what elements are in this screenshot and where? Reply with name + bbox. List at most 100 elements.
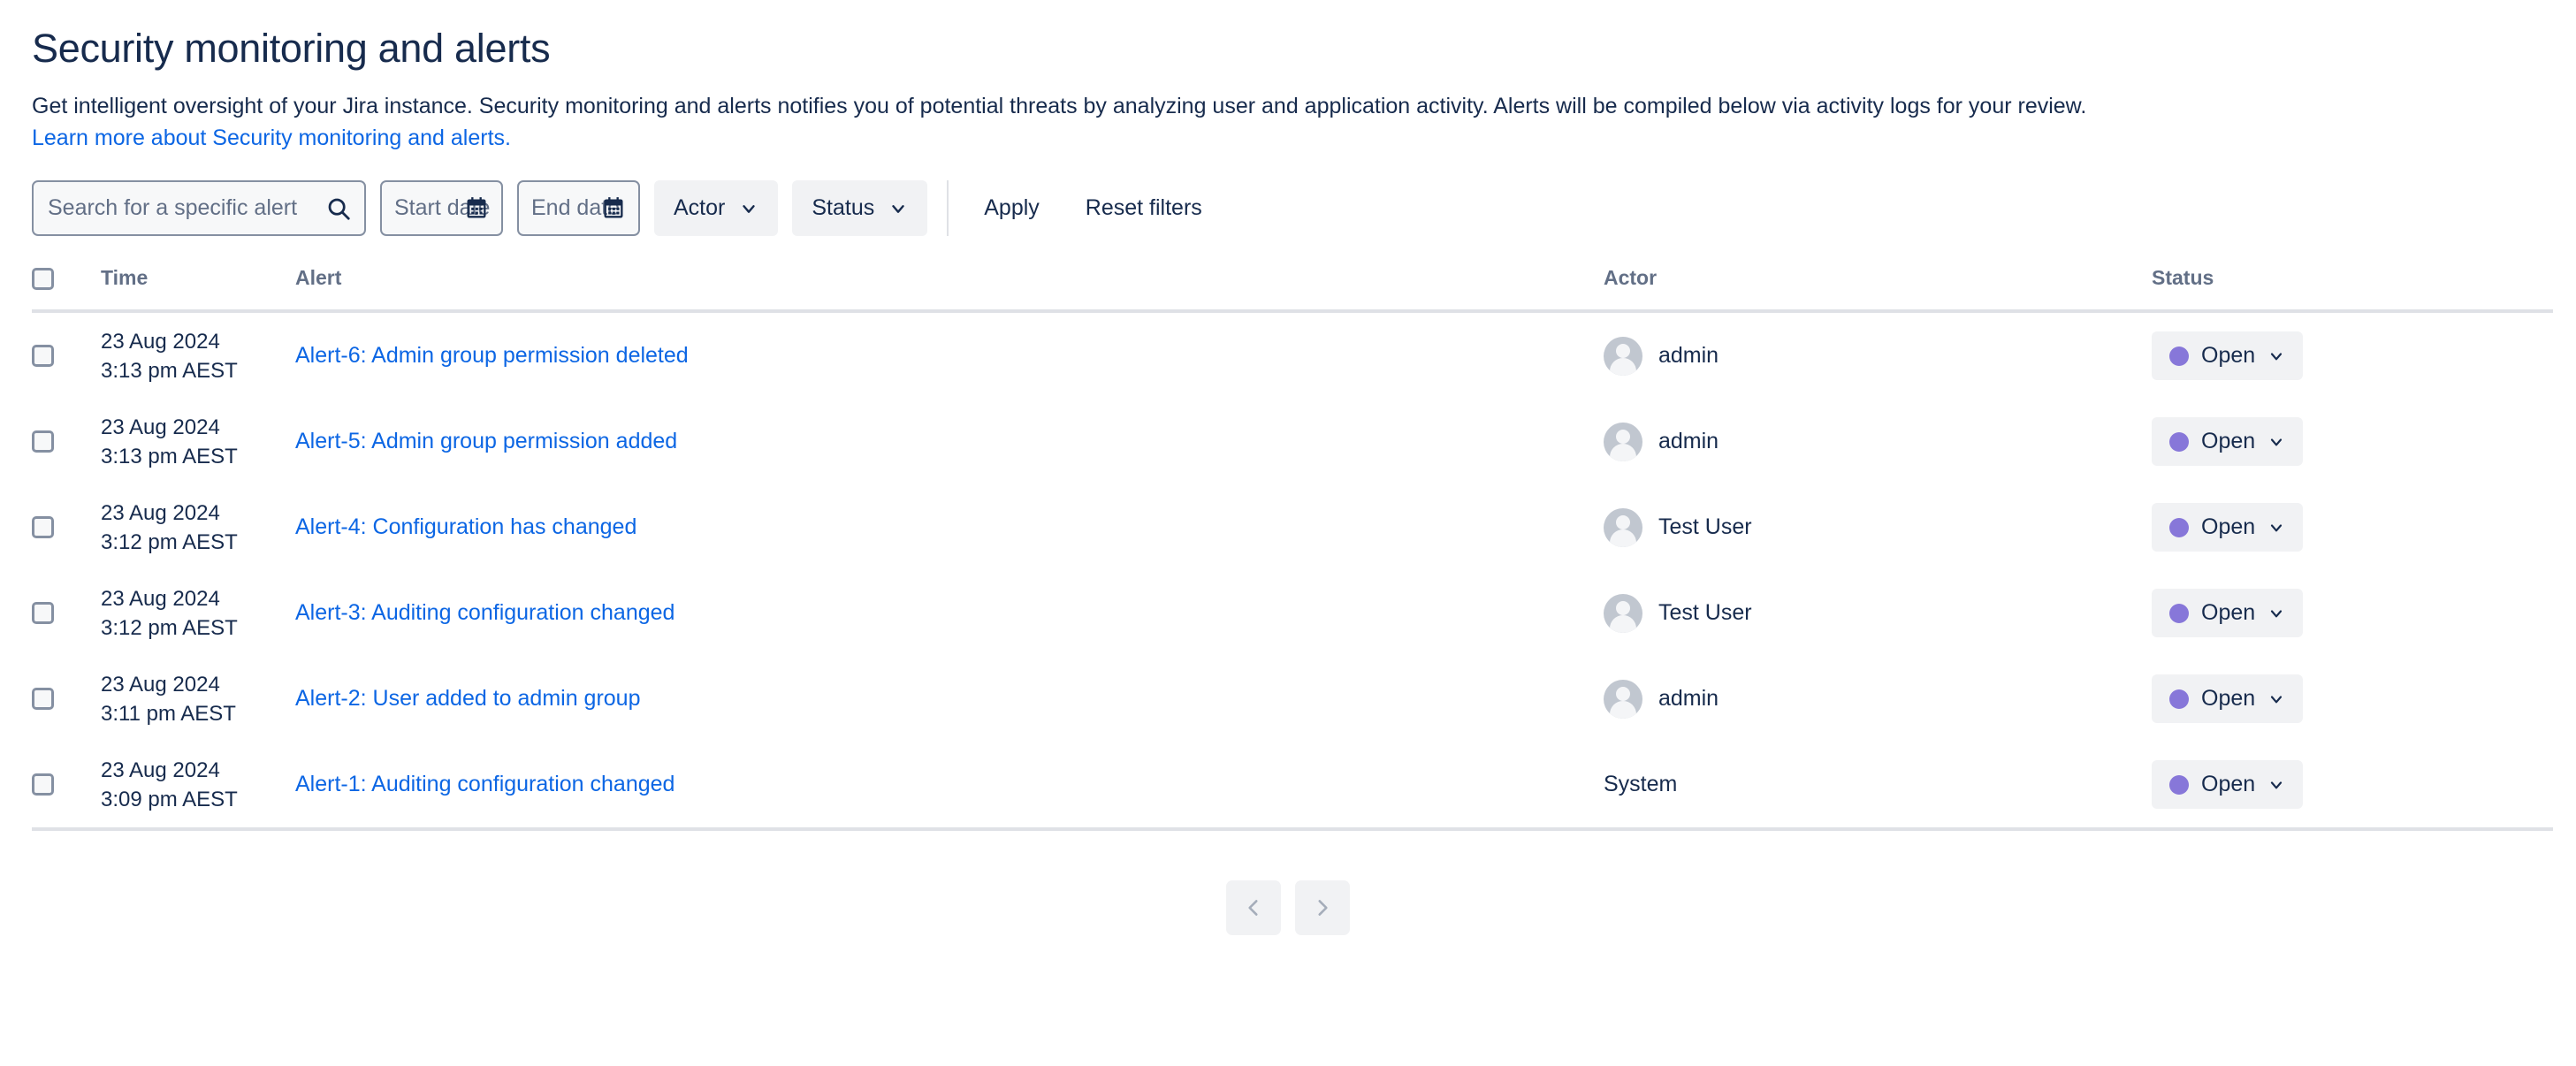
actor-name: Test User (1658, 514, 1752, 540)
status-label: Open (2201, 514, 2256, 540)
avatar-icon (1604, 679, 1642, 719)
apply-filters-button[interactable]: Apply (968, 180, 1056, 236)
chevron-down-icon (2267, 519, 2285, 537)
chevron-left-icon (1242, 896, 1265, 919)
row-time: 3:13 pm AEST (101, 444, 238, 468)
pagination (32, 880, 2553, 936)
row-alert-cell: Alert-2: User added to admin group (295, 656, 1604, 742)
row-alert-cell: Alert-4: Configuration has changed (295, 484, 1604, 570)
pagination-next-button[interactable] (1295, 880, 1350, 936)
status-badge[interactable]: Open (2152, 417, 2304, 467)
status-badge[interactable]: Open (2152, 331, 2304, 381)
learn-more-link[interactable]: Learn more about Security monitoring and… (32, 126, 511, 150)
avatar-icon (1604, 593, 1642, 633)
alert-link[interactable]: Alert-3: Auditing configuration changed (295, 600, 674, 625)
reset-filters-button[interactable]: Reset filters (1070, 180, 1218, 236)
chevron-down-icon (739, 199, 758, 218)
row-alert-cell: Alert-1: Auditing configuration changed (295, 742, 1604, 832)
status-dot-icon (2169, 689, 2189, 709)
row-time: 3:12 pm AEST (101, 529, 238, 554)
row-select-cell (32, 399, 101, 484)
status-badge[interactable]: Open (2152, 503, 2304, 552)
avatar-icon (1604, 507, 1642, 547)
alert-link[interactable]: Alert-6: Admin group permission deleted (295, 343, 689, 368)
page-header: Security monitoring and alerts Get intel… (0, 0, 2576, 154)
status-filter-label: Status (812, 195, 875, 220)
search-input[interactable] (32, 180, 366, 236)
row-select-cell (32, 570, 101, 656)
start-date-field[interactable]: Start date (380, 180, 503, 236)
row-time-cell: 23 Aug 2024 3:13 pm AEST (101, 311, 295, 399)
actor-name: Test User (1658, 600, 1752, 626)
status-badge[interactable]: Open (2152, 760, 2304, 810)
chevron-down-icon (2267, 690, 2285, 708)
row-actor-cell: admin (1604, 656, 2152, 742)
status-badge[interactable]: Open (2152, 674, 2304, 724)
row-date: 23 Aug 2024 (101, 758, 220, 782)
chevron-right-icon (1311, 896, 1334, 919)
row-checkbox[interactable] (32, 516, 54, 539)
row-alert-cell: Alert-5: Admin group permission added (295, 399, 1604, 484)
status-label: Open (2201, 343, 2256, 369)
table-header-row: Time Alert Actor Status (32, 266, 2553, 314)
actor-filter-dropdown[interactable]: Actor (654, 180, 779, 236)
alert-link[interactable]: Alert-2: User added to admin group (295, 686, 641, 711)
alert-link[interactable]: Alert-5: Admin group permission added (295, 429, 677, 453)
status-filter-dropdown[interactable]: Status (792, 180, 928, 236)
chevron-down-icon (2267, 433, 2285, 451)
table-head: Time Alert Actor Status (32, 266, 2553, 314)
avatar-icon (1604, 422, 1642, 461)
actor-name: System (1604, 772, 1678, 797)
row-status-cell: Open (2152, 311, 2553, 399)
row-actor-cell: admin (1604, 399, 2152, 484)
status-label: Open (2201, 600, 2256, 626)
filter-bar: Start date End date (0, 154, 2576, 236)
status-dot-icon (2169, 346, 2189, 366)
row-time-cell: 23 Aug 2024 3:09 pm AEST (101, 742, 295, 832)
page-title: Security monitoring and alerts (32, 26, 551, 71)
row-select-cell (32, 484, 101, 570)
row-date: 23 Aug 2024 (101, 415, 220, 439)
table-row: 23 Aug 2024 3:13 pm AEST Alert-5: Admin gr… (32, 399, 2553, 484)
row-select-cell (32, 656, 101, 742)
alerts-table-wrapper: Time Alert Actor Status 23 Aug 2024 3:13 … (32, 266, 2553, 936)
row-actor-cell: Test User (1604, 570, 2152, 656)
table-row: 23 Aug 2024 3:12 pm AEST Alert-4: Configur… (32, 484, 2553, 570)
row-time-cell: 23 Aug 2024 3:12 pm AEST (101, 484, 295, 570)
row-checkbox[interactable] (32, 430, 54, 453)
row-actor-cell: Test User (1604, 484, 2152, 570)
alert-link[interactable]: Alert-1: Auditing configuration changed (295, 772, 674, 796)
status-label: Open (2201, 772, 2256, 797)
status-label: Open (2201, 429, 2256, 454)
row-checkbox[interactable] (32, 602, 54, 625)
select-all-checkbox[interactable] (32, 268, 54, 291)
pagination-previous-button[interactable] (1226, 880, 1281, 936)
column-header-alert: Alert (295, 266, 1604, 314)
chevron-down-icon (888, 199, 908, 218)
table-row: 23 Aug 2024 3:13 pm AEST Alert-6: Admin gr… (32, 311, 2553, 399)
row-alert-cell: Alert-6: Admin group permission deleted (295, 311, 1604, 399)
chevron-down-icon (2267, 776, 2285, 794)
end-date-field[interactable]: End date (517, 180, 640, 236)
row-time-cell: 23 Aug 2024 3:12 pm AEST (101, 570, 295, 656)
row-status-cell: Open (2152, 570, 2553, 656)
avatar-icon (1604, 336, 1642, 376)
status-dot-icon (2169, 431, 2189, 452)
page-description: Get intelligent oversight of your Jira i… (32, 93, 2087, 118)
filter-divider (947, 180, 949, 236)
column-header-time: Time (101, 266, 295, 314)
alert-link[interactable]: Alert-4: Configuration has changed (295, 514, 636, 539)
row-status-cell: Open (2152, 656, 2553, 742)
select-all-header (32, 266, 101, 314)
status-badge[interactable]: Open (2152, 589, 2304, 638)
calendar-icon (464, 196, 489, 221)
row-checkbox[interactable] (32, 688, 54, 711)
row-time-cell: 23 Aug 2024 3:13 pm AEST (101, 399, 295, 484)
row-checkbox[interactable] (32, 345, 54, 368)
row-status-cell: Open (2152, 399, 2553, 484)
row-checkbox[interactable] (32, 773, 54, 796)
status-label: Open (2201, 686, 2256, 712)
row-date: 23 Aug 2024 (101, 586, 220, 611)
row-status-cell: Open (2152, 484, 2553, 570)
search-field-wrapper (32, 180, 366, 236)
